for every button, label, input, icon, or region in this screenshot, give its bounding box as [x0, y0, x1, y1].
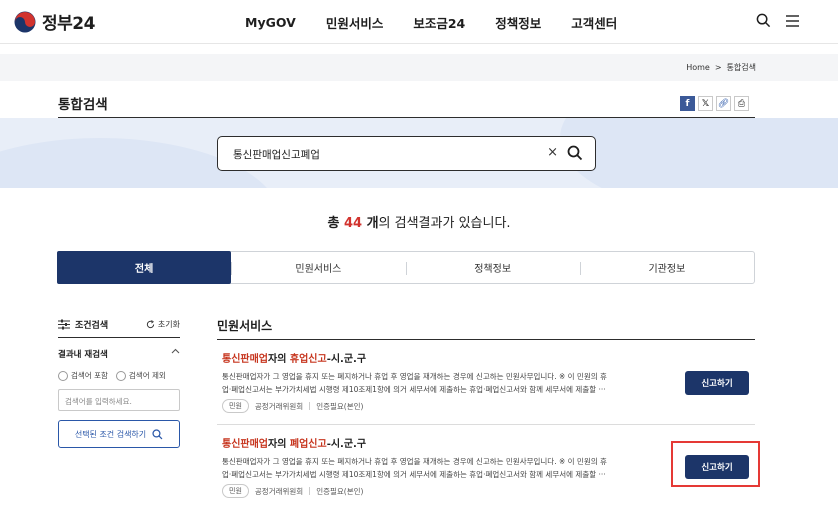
search-input[interactable]: 통신판매업신고폐업 × [217, 136, 596, 171]
tab-agency-info[interactable]: 기관정보 [579, 252, 754, 283]
logo-text: 정부24 [42, 14, 95, 34]
nav-subsidy24[interactable]: 보조금24 [398, 13, 480, 32]
site-header: 정부24 MyGOV 민원서비스 보조금24 정책정보 고객센터 [0, 0, 838, 44]
page-title: 통합검색 [58, 97, 108, 113]
result-suffix: 의 검색결과가 있습니다. [378, 216, 511, 231]
filter-title-text: 조건검색 [75, 321, 109, 331]
breadcrumb-home[interactable]: Home [686, 63, 710, 72]
nav-mygov[interactable]: MyGOV [230, 15, 311, 30]
auth-requirement: 인증필요(본인) [316, 401, 364, 411]
auth-requirement: 인증필요(본인) [316, 486, 364, 496]
title-highlight: 폐업신고 [289, 439, 327, 450]
result-item: 통신판매업자의 휴업신고-시.군.구 통신판매업자가 그 영업을 휴지 또는 폐… [222, 350, 752, 413]
filter-title: 조건검색 [58, 318, 108, 331]
title-text: 자의 [268, 354, 290, 365]
decor-wave [560, 118, 838, 188]
result-item-meta: 민원 공정거래위원회 인증필요(본인) [222, 399, 752, 413]
filter-reset-label: 초기화 [157, 320, 180, 329]
link-icon[interactable]: 🔗︎ [716, 96, 731, 111]
result-item-description: 통신판매업자가 그 영업을 휴지 또는 폐지하거나 휴업 후 영업을 재개하는 … [222, 370, 672, 396]
share-toolbar: f 𝕏 🔗︎ ⎙ [680, 96, 749, 111]
tab-civil-service[interactable]: 민원서비스 [231, 252, 405, 283]
apply-filter-button[interactable]: 선택된 조건 검색하기 [58, 420, 180, 448]
facebook-icon[interactable]: f [680, 96, 695, 111]
chevron-up-icon[interactable] [171, 348, 180, 354]
result-item-description: 통신판매업자가 그 영업을 휴지 또는 폐지하거나 휴업 후 영업을 재개하는 … [222, 455, 672, 481]
refine-search-input[interactable]: 검색어를 입력하세요. [58, 389, 180, 411]
breadcrumb-separator: > [714, 63, 722, 72]
description-line: 통신판매업자가 그 영업을 휴지 또는 폐지하거나 휴업 후 영업을 재개하는 … [222, 372, 607, 381]
result-divider [217, 424, 755, 425]
radio-include[interactable]: 검색어 포함 [58, 370, 108, 381]
result-prefix: 총 [327, 216, 344, 231]
title-highlight: 통신판매업 [222, 439, 268, 450]
agency-name: 공정거래위원회 [254, 401, 304, 411]
result-unit: 개 [362, 216, 379, 231]
radio-exclude-label: 검색어 제외 [128, 371, 166, 380]
nav-civil-service[interactable]: 민원서비스 [311, 13, 399, 32]
title-text: -시.군.구 [326, 354, 367, 365]
result-item-title[interactable]: 통신판매업자의 휴업신고-시.군.구 [222, 350, 752, 365]
radio-include-label: 검색어 포함 [71, 371, 108, 380]
annotation-highlight-box [671, 441, 760, 487]
result-number: 44 [343, 216, 363, 231]
header-icons [756, 13, 800, 28]
title-text: -시.군.구 [326, 439, 367, 450]
site-logo[interactable]: 정부24 [14, 9, 95, 34]
tab-policy-info[interactable]: 정책정보 [405, 252, 580, 283]
category-badge: 민원 [222, 484, 249, 498]
title-highlight: 휴업신고 [289, 354, 327, 365]
radio-circle [58, 370, 68, 381]
title-text: 자의 [268, 439, 290, 450]
refine-title: 결과내 재검색 [58, 350, 108, 360]
description-line: 업·폐업신고서는 부가가치세법 시행령 제10조제1항에 의거 세무서에 제출하… [222, 385, 606, 394]
sliders-icon [58, 319, 70, 330]
x-icon[interactable]: 𝕏 [698, 96, 713, 111]
category-badge: 민원 [222, 399, 249, 413]
breadcrumb: Home > 통합검색 [686, 62, 756, 73]
description-line: 통신판매업자가 그 영업을 휴지 또는 폐지하거나 휴업 후 영업을 재개하는 … [222, 457, 607, 466]
filter-header: 조건검색 초기화 [58, 318, 180, 331]
filter-reset-button[interactable]: 초기화 [146, 319, 180, 330]
nav-policy-info[interactable]: 정책정보 [480, 13, 556, 32]
refine-header[interactable]: 결과내 재검색 [58, 348, 180, 360]
result-count: 총 44 개의 검색결과가 있습니다. [0, 212, 838, 231]
search-icon [152, 428, 163, 439]
meta-separator [309, 402, 311, 410]
apply-filter-label: 선택된 조건 검색하기 [74, 429, 147, 439]
main-nav: MyGOV 민원서비스 보조금24 정책정보 고객센터 [230, 0, 632, 44]
nav-customer-center[interactable]: 고객센터 [556, 13, 632, 32]
search-icon[interactable] [756, 13, 771, 28]
search-icon[interactable] [567, 145, 583, 161]
refresh-icon [146, 320, 155, 329]
agency-name: 공정거래위원회 [254, 486, 304, 496]
description-line: 업·폐업신고서는 부가가치세법 시행령 제10조제1항에 의거 세무서에 제출하… [222, 470, 606, 479]
filter-divider [58, 337, 180, 338]
search-input-value: 통신판매업신고폐업 [233, 149, 320, 161]
section-title: 민원서비스 [217, 319, 273, 333]
tab-all[interactable]: 전체 [57, 251, 232, 284]
clear-icon[interactable]: × [547, 145, 558, 160]
breadcrumb-bar: Home > 통합검색 [0, 54, 838, 81]
section-divider [217, 339, 755, 340]
radio-exclude[interactable]: 검색어 제외 [115, 370, 166, 381]
print-icon[interactable]: ⎙ [734, 96, 749, 111]
result-tabs: 전체 민원서비스 정책정보 기관정보 [57, 251, 755, 284]
breadcrumb-current: 통합검색 [726, 63, 756, 72]
radio-circle [115, 370, 126, 381]
menu-icon[interactable] [785, 14, 800, 28]
meta-separator [309, 487, 311, 495]
refine-radio-group: 검색어 포함 검색어 제외 [58, 370, 166, 381]
title-highlight: 통신판매업 [222, 354, 268, 365]
report-button[interactable]: 신고하기 [685, 371, 749, 395]
taegeuk-icon [14, 11, 36, 32]
